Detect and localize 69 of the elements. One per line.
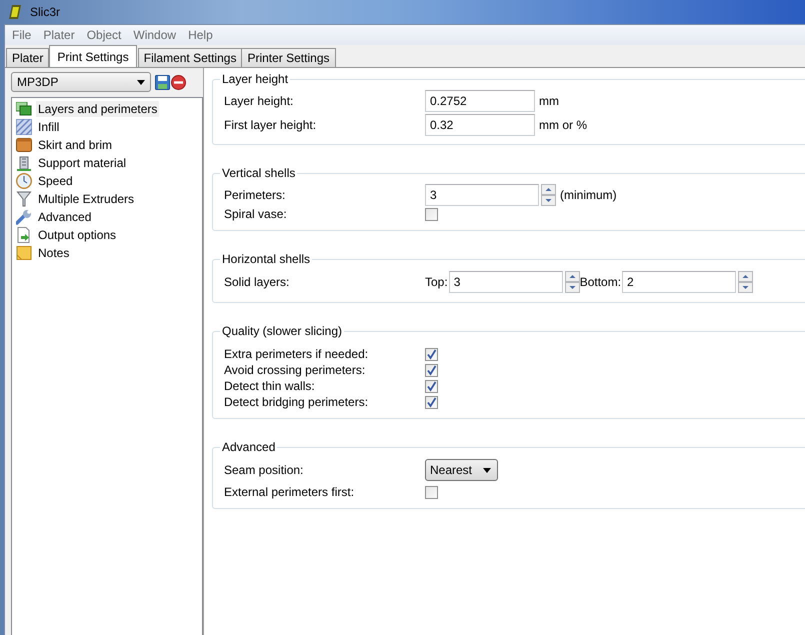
page-list-item[interactable]: Output options xyxy=(14,226,202,244)
layers-icon xyxy=(16,102,32,116)
field-label: Spiral vase: xyxy=(224,207,288,221)
wrench-icon xyxy=(16,209,32,225)
page-list-item[interactable]: Advanced xyxy=(14,208,202,226)
spinner-arrows[interactable] xyxy=(541,184,556,206)
input-field[interactable]: 0.2752 xyxy=(425,90,535,112)
input-field[interactable]: 0.32 xyxy=(425,114,535,136)
field-label: Layer height: xyxy=(224,94,294,108)
field-label: Seam position: xyxy=(224,463,304,477)
save-icon[interactable] xyxy=(155,74,170,90)
spinner-arrows[interactable] xyxy=(564,271,580,293)
menu-item[interactable]: Help xyxy=(183,28,218,42)
building-icon xyxy=(16,155,32,171)
tab[interactable]: Plater xyxy=(6,48,50,67)
input-field[interactable]: 2 xyxy=(622,271,736,293)
window-title: Slic3r xyxy=(30,5,60,19)
checkbox[interactable] xyxy=(425,364,438,376)
field-label: External perimeters first: xyxy=(224,485,356,499)
document-icon xyxy=(16,227,32,243)
seam-dropdown[interactable]: Nearest xyxy=(425,459,498,481)
box-icon xyxy=(16,138,32,152)
group-title: Layer height xyxy=(221,72,290,86)
menu-item[interactable]: Window xyxy=(128,28,182,42)
funnel-icon xyxy=(16,191,32,207)
caret-icon xyxy=(137,80,145,84)
field-label: Perimeters: xyxy=(224,188,286,202)
input-field[interactable]: 3 xyxy=(425,184,539,206)
menu-item[interactable]: Plater xyxy=(38,28,80,42)
app-icon xyxy=(8,4,22,20)
field-label: First layer height: xyxy=(224,118,318,132)
tab[interactable]: Filament Settings xyxy=(138,48,242,67)
group-title: Advanced xyxy=(221,440,276,454)
field-label: Top: xyxy=(425,275,448,289)
tab[interactable]: Printer Settings xyxy=(241,48,336,67)
delete-icon[interactable] xyxy=(171,74,186,90)
field-label: Solid layers: xyxy=(224,275,290,289)
unit-label: mm or % xyxy=(539,118,587,132)
checkbox[interactable] xyxy=(425,208,438,220)
menu-item[interactable]: File xyxy=(7,28,36,42)
checkbox[interactable] xyxy=(425,348,438,360)
page-list-item[interactable]: Support material xyxy=(14,154,202,172)
checkbox[interactable] xyxy=(425,380,438,392)
checkbox[interactable] xyxy=(425,486,438,498)
note-icon xyxy=(16,246,32,260)
field-label: Detect thin walls: xyxy=(224,379,316,393)
caret-icon xyxy=(483,468,491,472)
page-list-item[interactable]: Multiple Extruders xyxy=(14,190,202,208)
group-title: Horizontal shells xyxy=(221,252,312,266)
field-label: Bottom: xyxy=(580,275,622,289)
tab[interactable]: Print Settings xyxy=(49,45,137,67)
page-list-item[interactable]: Speed xyxy=(14,172,202,190)
unit-label: (minimum) xyxy=(560,188,617,202)
group-title: Vertical shells xyxy=(221,166,296,180)
preset-dropdown[interactable]: MP3DP xyxy=(11,72,151,92)
spinner-arrows[interactable] xyxy=(738,271,754,293)
page-list-item[interactable]: Infill xyxy=(14,118,202,136)
group-title: Quality (slower slicing) xyxy=(221,324,344,338)
field-label: Detect bridging perimeters: xyxy=(224,395,370,409)
page-list-item[interactable]: Notes xyxy=(14,244,202,262)
checkbox[interactable] xyxy=(425,396,438,408)
input-field[interactable]: 3 xyxy=(448,271,563,293)
unit-label: mm xyxy=(539,94,559,108)
clock-icon xyxy=(16,173,32,189)
page-list-item[interactable]: Skirt and brim xyxy=(14,136,202,154)
menu-item[interactable]: Object xyxy=(82,28,126,42)
hatch-icon xyxy=(16,119,32,135)
field-label: Extra perimeters if needed: xyxy=(224,347,370,361)
field-label: Avoid crossing perimeters: xyxy=(224,363,366,377)
